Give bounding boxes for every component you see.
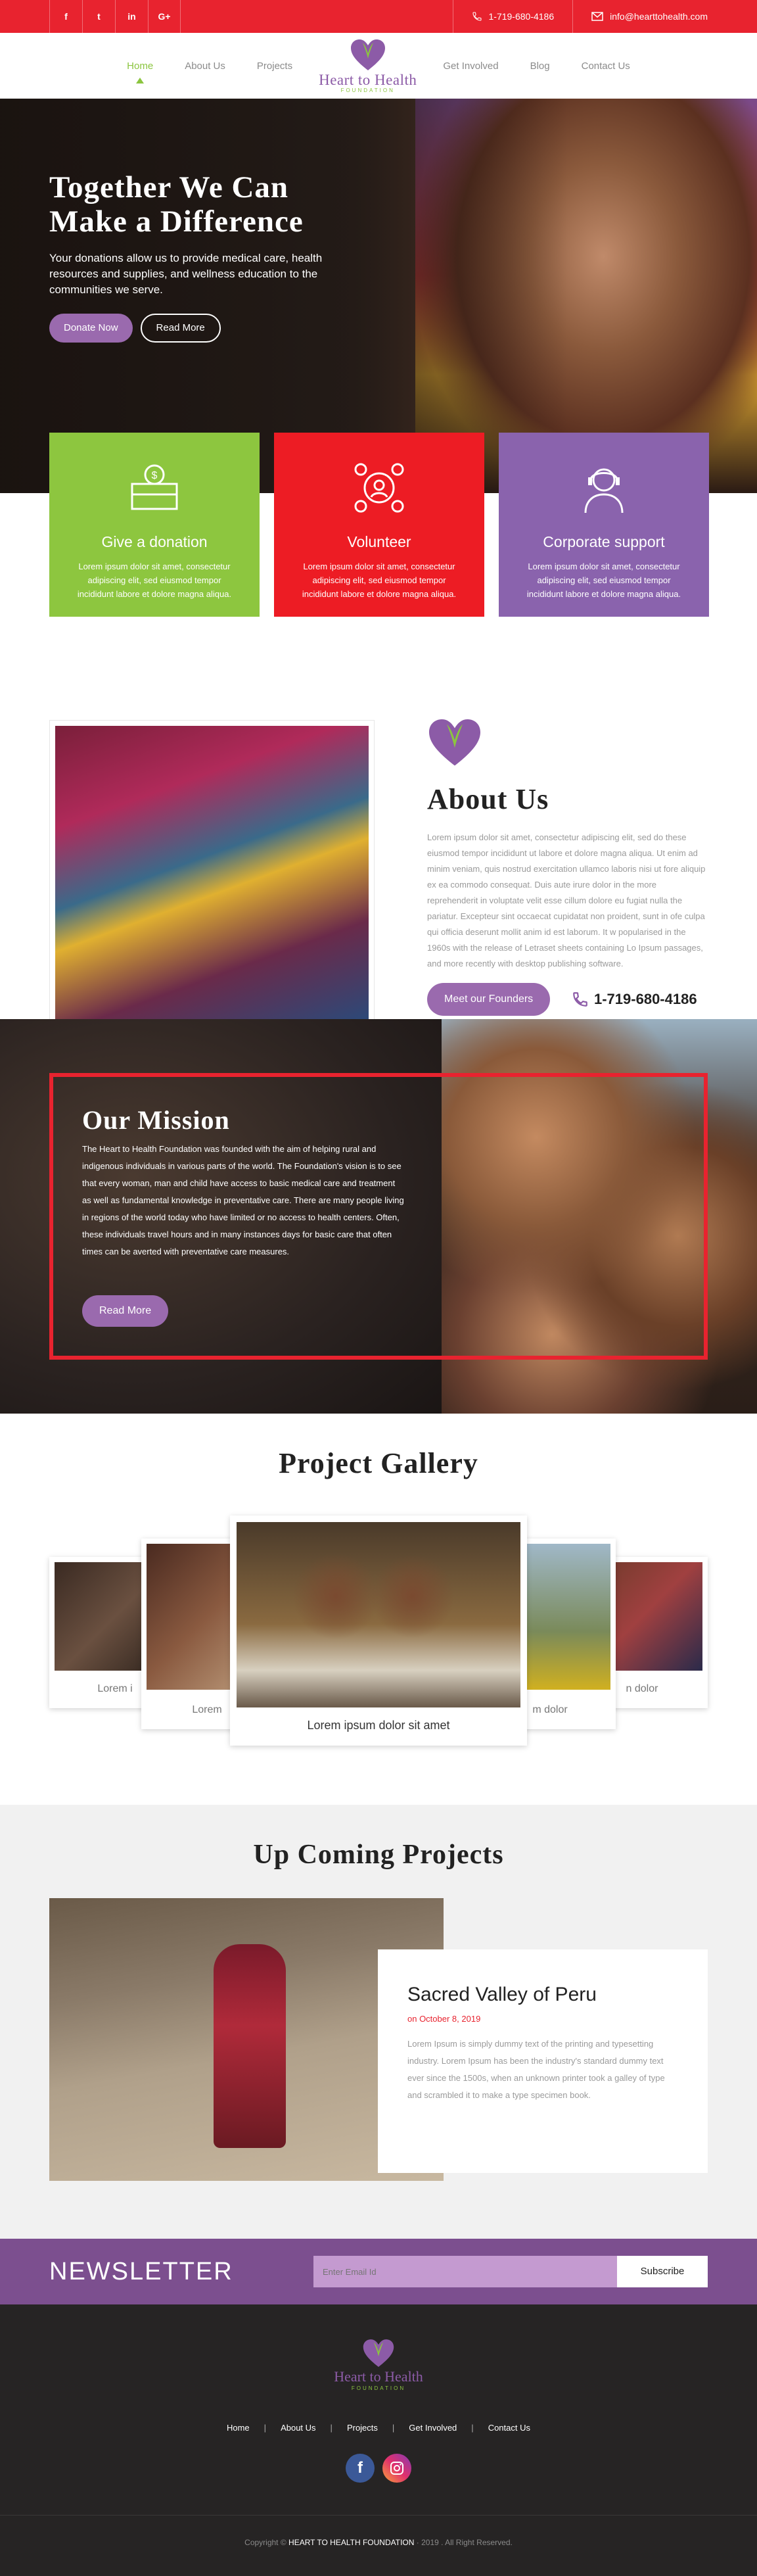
about-heart-icon bbox=[429, 719, 480, 766]
upcoming-photo-figure bbox=[214, 1944, 286, 2148]
footer: Heart to Health FOUNDATION Home | About U… bbox=[0, 2304, 757, 2576]
gallery-caption: Lorem ipsum dolor sit amet bbox=[307, 1719, 450, 1732]
project-title: Sacred Valley of Peru bbox=[407, 1984, 597, 2005]
subscribe-button[interactable]: Subscribe bbox=[617, 2256, 708, 2287]
nav-about-us[interactable]: About Us bbox=[185, 60, 225, 72]
google-plus-icon[interactable]: G+ bbox=[148, 0, 181, 33]
nav-blog[interactable]: Blog bbox=[530, 60, 550, 72]
gallery-photo bbox=[237, 1522, 520, 1707]
project-date: on October 8, 2019 bbox=[407, 2014, 481, 2024]
contact-info: 1-719-680-4186 info@hearttohealth.com bbox=[452, 0, 708, 33]
newsletter-title: NEWSLETTER bbox=[49, 2257, 233, 2285]
main-nav: Home About Us Projects Heart to Health F… bbox=[0, 33, 757, 99]
mission-title: Our Mission bbox=[82, 1105, 230, 1135]
meet-founders-button[interactable]: Meet our Founders bbox=[427, 983, 551, 1016]
donate-now-button[interactable]: Donate Now bbox=[49, 313, 133, 343]
about-title: About Us bbox=[427, 783, 549, 815]
footer-link-projects[interactable]: Projects bbox=[333, 2423, 392, 2433]
footer-link-home[interactable]: Home bbox=[212, 2423, 264, 2433]
nav-home[interactable]: Home bbox=[127, 60, 153, 72]
phone-icon bbox=[472, 12, 482, 21]
hero-text: Your donations allow us to provide medic… bbox=[49, 252, 323, 296]
twitter-icon[interactable]: t bbox=[82, 0, 115, 33]
linkedin-icon[interactable]: in bbox=[115, 0, 148, 33]
social-links: f t in G+ bbox=[49, 0, 181, 33]
newsletter-section: NEWSLETTER Subscribe bbox=[0, 2239, 757, 2304]
hero-title-line2: Make a Difference bbox=[49, 204, 304, 239]
about-phone-number: 1-719-680-4186 bbox=[594, 991, 697, 1007]
mission-read-more-button[interactable]: Read More bbox=[82, 1295, 169, 1327]
footer-nav: Home | About Us | Projects | Get Involved | … bbox=[0, 2423, 757, 2433]
project-text: Lorem Ipsum is simply dummy text of the … bbox=[407, 2039, 665, 2100]
gallery-section: Project Gallery Lorem i n dolor Lorem m … bbox=[0, 1414, 757, 1805]
hero-read-more-button[interactable]: Read More bbox=[140, 313, 221, 343]
gallery-item-featured[interactable]: Lorem ipsum dolor sit amet bbox=[230, 1515, 527, 1746]
mission-section: Our Mission The Heart to Health Foundati… bbox=[0, 1019, 757, 1414]
about-phone[interactable]: 1-719-680-4186 bbox=[572, 991, 697, 1008]
about-section: About Us Lorem ipsum dolor sit amet, con… bbox=[0, 493, 757, 1029]
newsletter-form: Subscribe bbox=[313, 2256, 708, 2287]
footer-logo[interactable]: Heart to Health FOUNDATION bbox=[0, 2339, 757, 2391]
copyright-prefix: Copyright © bbox=[244, 2538, 287, 2547]
instagram-icon[interactable] bbox=[382, 2454, 411, 2483]
svg-text:$: $ bbox=[152, 470, 158, 481]
about-photo bbox=[55, 726, 369, 1023]
footer-social: f bbox=[0, 2454, 757, 2483]
top-bar: f t in G+ 1-719-680-4186 info@hearttohea… bbox=[0, 0, 757, 33]
mail-icon bbox=[591, 12, 603, 21]
phone-icon bbox=[573, 992, 587, 1007]
about-photo-frame bbox=[49, 720, 375, 1029]
nav-get-involved[interactable]: Get Involved bbox=[443, 60, 498, 72]
email-address: info@hearttohealth.com bbox=[610, 11, 708, 22]
newsletter-email-input[interactable] bbox=[313, 2256, 617, 2287]
email-contact[interactable]: info@hearttohealth.com bbox=[572, 0, 708, 33]
logo-subtitle: FOUNDATION bbox=[340, 87, 395, 93]
nav-projects[interactable]: Projects bbox=[257, 60, 292, 72]
footer-logo-name: Heart to Health bbox=[334, 2368, 423, 2385]
upcoming-card[interactable]: Sacred Valley of Peru on October 8, 2019… bbox=[378, 1949, 708, 2173]
phone-contact[interactable]: 1-719-680-4186 bbox=[452, 0, 573, 33]
nav-contact-us[interactable]: Contact Us bbox=[582, 60, 630, 72]
upcoming-title: Up Coming Projects bbox=[253, 1840, 504, 1870]
copyright-org: HEART TO HEALTH FOUNDATION bbox=[288, 2538, 415, 2547]
hero-title-line1: Together We Can bbox=[49, 170, 289, 204]
footer-link-about-us[interactable]: About Us bbox=[266, 2423, 330, 2433]
about-text: Lorem ipsum dolor sit amet, consectetur … bbox=[427, 832, 706, 968]
footer-link-get-involved[interactable]: Get Involved bbox=[394, 2423, 471, 2433]
upcoming-section: Up Coming Projects Sacred Valley of Peru… bbox=[0, 1805, 757, 2239]
copyright-suffix: · 2019 . All Right Reserved. bbox=[416, 2538, 513, 2547]
gallery-title: Project Gallery bbox=[279, 1447, 478, 1479]
heart-logo-icon bbox=[350, 39, 385, 70]
facebook-icon[interactable]: f bbox=[346, 2454, 375, 2483]
logo-name: Heart to Health bbox=[319, 71, 417, 88]
mission-text: The Heart to Health Foundation was found… bbox=[82, 1144, 404, 1256]
phone-number: 1-719-680-4186 bbox=[488, 11, 555, 22]
hero-title: Together We Can Make a Difference bbox=[49, 170, 391, 239]
site-logo[interactable]: Heart to Health FOUNDATION bbox=[319, 39, 417, 93]
footer-divider bbox=[0, 2515, 757, 2516]
copyright: Copyright © HEART TO HEALTH FOUNDATION ·… bbox=[0, 2538, 757, 2547]
heart-logo-icon bbox=[363, 2339, 394, 2368]
facebook-icon[interactable]: f bbox=[49, 0, 82, 33]
footer-link-contact-us[interactable]: Contact Us bbox=[474, 2423, 545, 2433]
footer-logo-subtitle: FOUNDATION bbox=[351, 2385, 406, 2391]
